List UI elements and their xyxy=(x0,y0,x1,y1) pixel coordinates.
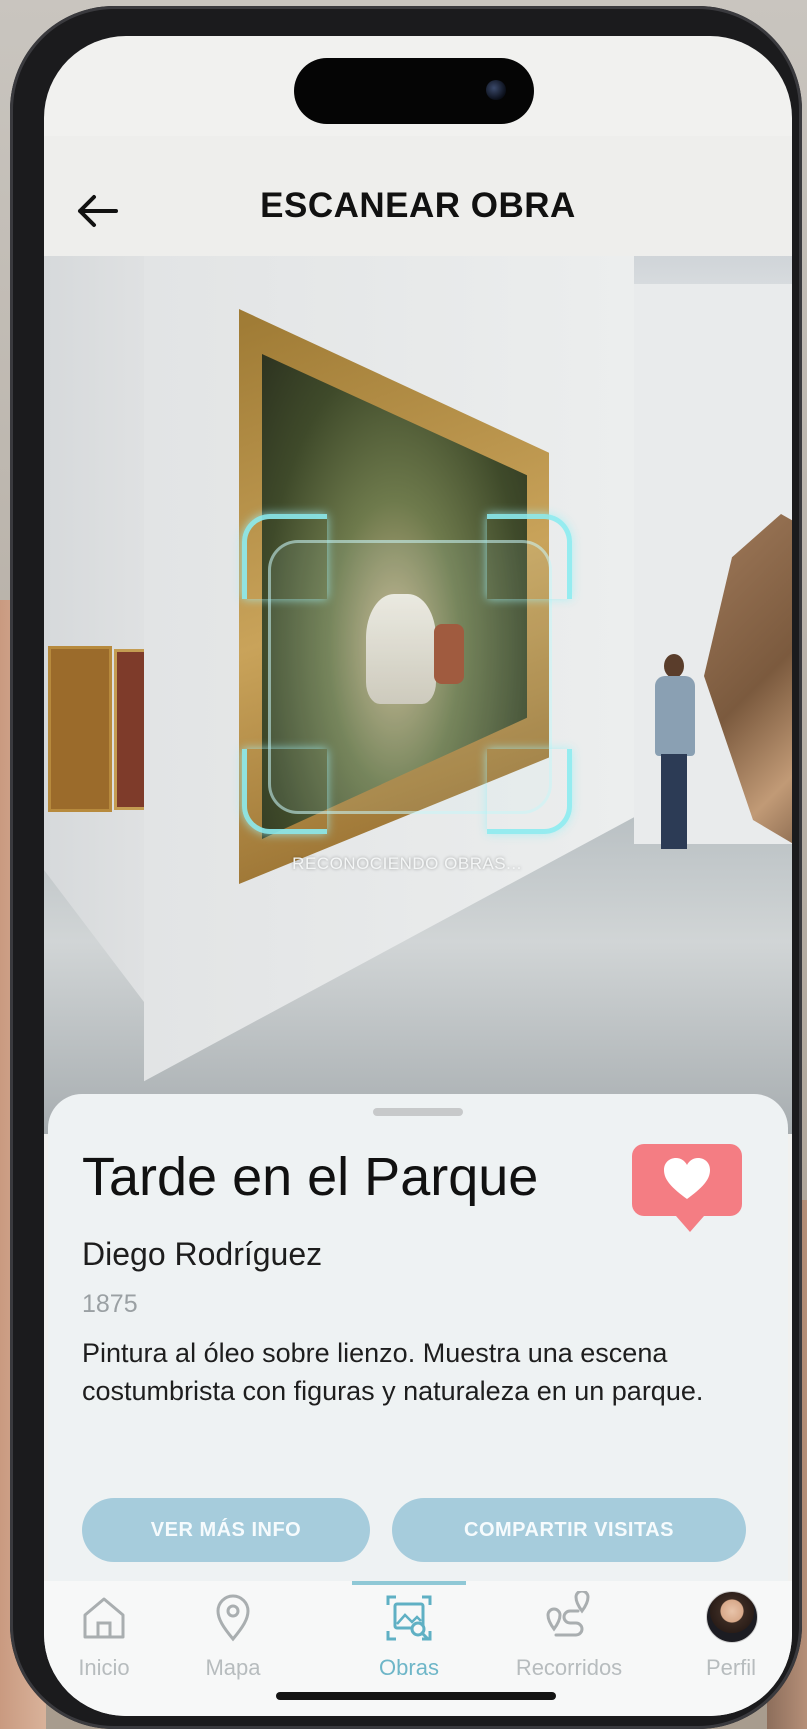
scan-frame xyxy=(242,514,572,834)
visitor-head xyxy=(664,654,684,678)
tab-label: Inicio xyxy=(78,1655,130,1680)
museum-visitor xyxy=(649,654,699,854)
visitor-body xyxy=(655,676,695,756)
tab-label: Mapa xyxy=(205,1655,261,1680)
side-painting-1 xyxy=(48,646,112,812)
scan-corner-bottom-right xyxy=(487,749,572,834)
scan-corner-top-right xyxy=(487,514,572,599)
tab-perfil[interactable]: Perfil xyxy=(666,1591,792,1691)
tab-inicio[interactable]: Inicio xyxy=(44,1591,169,1691)
phone-screen: RECONOCIENDO OBRAS... ESCANEAR OBRA Tard… xyxy=(44,36,792,1716)
scan-corner-bottom-left xyxy=(242,749,327,834)
phone-frame: RECONOCIENDO OBRAS... ESCANEAR OBRA Tard… xyxy=(10,6,802,1729)
camera-view: RECONOCIENDO OBRAS... xyxy=(44,254,792,1134)
avatar xyxy=(706,1591,758,1643)
top-bar: ESCANEAR OBRA xyxy=(44,136,792,256)
page-title: ESCANEAR OBRA xyxy=(260,186,576,225)
tab-label: Recorridos xyxy=(515,1655,623,1680)
scan-status-text: RECONOCIENDO OBRAS... xyxy=(292,854,522,873)
tab-label: Obras xyxy=(379,1655,439,1680)
dynamic-island xyxy=(294,58,534,124)
scan-corner-top-left xyxy=(242,514,327,599)
sheet-drag-handle[interactable] xyxy=(373,1108,463,1116)
artwork-title: Tarde en el Parque xyxy=(82,1147,539,1207)
route-icon xyxy=(546,1591,590,1637)
favorite-button[interactable] xyxy=(632,1144,742,1232)
share-visits-button[interactable]: COMPARTIR VISITAS xyxy=(392,1498,746,1562)
tab-label: Perfil xyxy=(705,1655,757,1680)
artwork-artist: Diego Rodríguez xyxy=(82,1236,323,1272)
home-indicator xyxy=(276,1692,556,1700)
tab-recorridos[interactable]: Recorridos xyxy=(504,1591,634,1691)
map-pin-icon xyxy=(216,1594,250,1642)
more-info-button[interactable]: VER MÁS INFO xyxy=(82,1498,370,1562)
artwork-info-sheet: Tarde en el Parque Diego Rodríguez 1875 … xyxy=(48,1094,788,1614)
active-tab-indicator xyxy=(352,1581,466,1585)
heart-icon xyxy=(664,1158,710,1199)
tab-obras[interactable]: Obras xyxy=(344,1591,474,1691)
scan-artwork-icon xyxy=(386,1595,432,1641)
home-icon xyxy=(83,1597,125,1639)
visitor-legs xyxy=(661,754,687,849)
artwork-year: 1875 xyxy=(82,1290,138,1318)
artwork-description: Pintura al óleo sobre lienzo. Muestra un… xyxy=(82,1338,704,1406)
tab-mapa[interactable]: Mapa xyxy=(168,1591,298,1691)
front-camera xyxy=(486,80,506,100)
